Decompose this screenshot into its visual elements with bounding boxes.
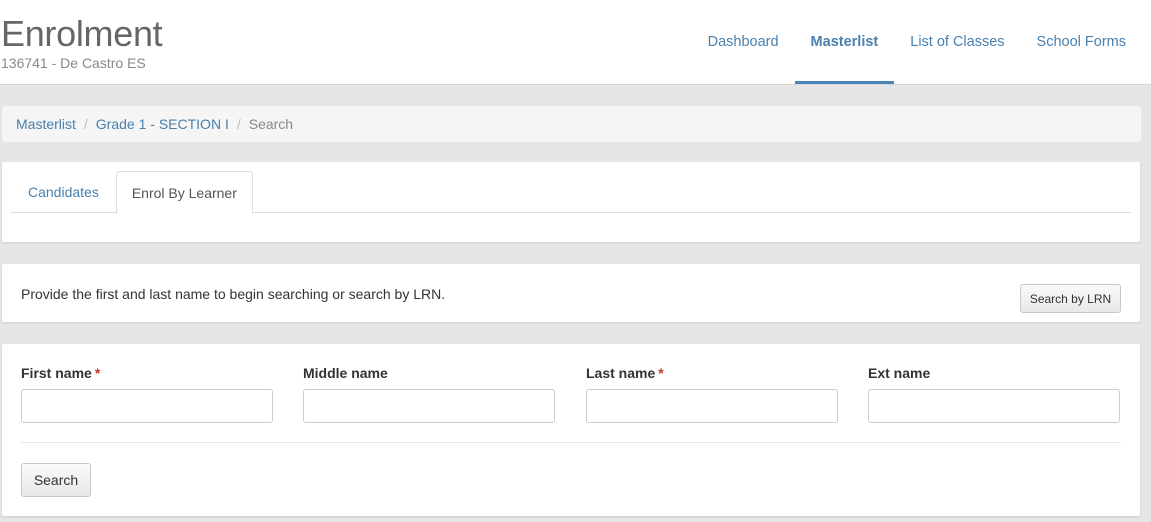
info-panel: Provide the first and last name to begin… (2, 264, 1140, 322)
last-name-label: Last name * (586, 365, 838, 383)
search-by-lrn-button[interactable]: Search by LRN (1020, 284, 1121, 313)
middle-name-field: Middle name (303, 365, 555, 423)
first-name-label: First name * (21, 365, 273, 383)
middle-name-label: Middle name (303, 365, 555, 383)
middle-name-label-text: Middle name (303, 365, 388, 381)
nav-dashboard[interactable]: Dashboard (692, 0, 795, 84)
breadcrumb-separator: / (236, 116, 241, 132)
first-name-field: First name * (21, 365, 273, 423)
nav-list-of-classes[interactable]: List of Classes (894, 0, 1020, 84)
main-nav: Dashboard Masterlist List of Classes Sch… (692, 0, 1142, 84)
search-instructions: Provide the first and last name to begin… (21, 286, 446, 302)
ext-name-label: Ext name (868, 365, 1120, 383)
tabs-panel: Candidates Enrol By Learner (2, 162, 1140, 242)
nav-masterlist[interactable]: Masterlist (794, 0, 895, 84)
nav-school-forms[interactable]: School Forms (1021, 0, 1142, 84)
breadcrumb-current: Search (248, 116, 294, 132)
first-name-input[interactable] (21, 389, 273, 423)
breadcrumb: Masterlist / Grade 1 - SECTION I / Searc… (2, 106, 1141, 142)
required-mark: * (94, 365, 101, 381)
tab-enrol-by-learner[interactable]: Enrol By Learner (115, 171, 253, 214)
last-name-input[interactable] (586, 389, 838, 423)
app-header: Enrolment 136741 - De Castro ES Dashboar… (0, 0, 1151, 85)
search-button[interactable]: Search (21, 463, 91, 497)
breadcrumb-section[interactable]: Grade 1 - SECTION I (96, 116, 229, 132)
school-subtitle: 136741 - De Castro ES (1, 55, 146, 71)
breadcrumb-separator: / (83, 116, 88, 132)
last-name-label-text: Last name (586, 365, 656, 381)
required-mark: * (658, 365, 664, 381)
ext-name-field: Ext name (868, 365, 1120, 423)
last-name-field: Last name * (586, 365, 838, 423)
form-divider (21, 442, 1121, 443)
search-form-panel: First name * Middle name Last name * Ext n… (2, 344, 1140, 516)
tab-bar: Candidates Enrol By Learner (11, 171, 1131, 214)
page-title: Enrolment (1, 13, 163, 54)
breadcrumb-masterlist[interactable]: Masterlist (16, 116, 76, 132)
ext-name-label-text: Ext name (868, 365, 931, 381)
first-name-label-text: First name (21, 365, 92, 381)
middle-name-input[interactable] (303, 389, 555, 423)
ext-name-input[interactable] (868, 389, 1120, 423)
tab-candidates[interactable]: Candidates (11, 171, 116, 213)
